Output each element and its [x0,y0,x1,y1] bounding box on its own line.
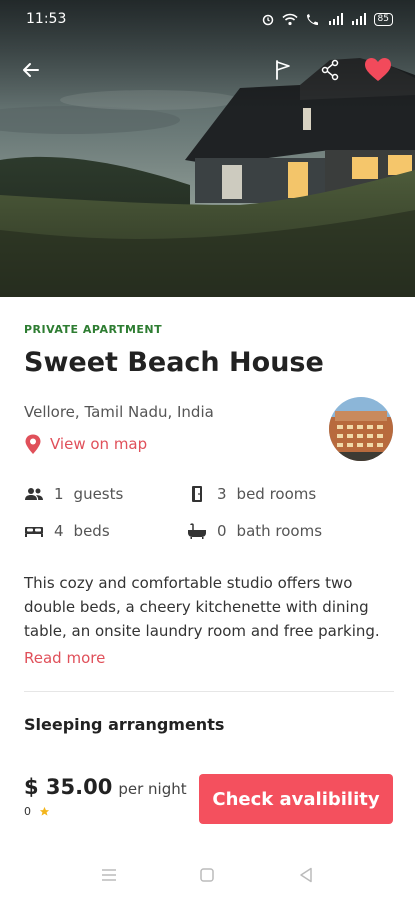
view-on-map-link[interactable]: View on map [24,433,147,455]
fact-bedrooms: 3 bed rooms [187,485,316,503]
menu-nav-button[interactable] [97,863,121,887]
signal-icon [328,13,343,25]
map-pin-icon [25,434,41,454]
wifi-call-icon [306,13,318,25]
sleeping-arrangements-heading: Sleeping arrangments [24,715,225,734]
back-triangle-icon [300,867,312,883]
section-divider [24,691,394,692]
fact-beds: 4 beds [24,522,110,540]
fact-bathrooms: 0 bath rooms [187,522,322,540]
read-more-link[interactable]: Read more [24,649,105,667]
view-on-map-label: View on map [50,435,148,453]
door-icon [187,485,207,503]
listing-location: Vellore, Tamil Nadu, India [24,403,214,421]
price-unit: per night [118,780,187,798]
top-action-bar [0,52,415,92]
price-amount: $ 35.00 [24,775,113,799]
back-button[interactable] [13,52,49,88]
fact-guests-count: 1 [54,485,64,503]
signal-icon-2 [351,13,366,25]
wifi-icon [281,13,298,25]
star-icon [39,806,50,816]
rating-value: 0 [24,805,31,818]
fact-guests-label: guests [73,485,124,503]
bathtub-icon [187,522,207,540]
arrow-left-icon [23,63,39,77]
rating: 0 [24,805,50,818]
system-nav-bar [0,855,415,895]
battery-icon: 85 [373,12,393,26]
favorite-button[interactable] [360,52,396,88]
share-icon [321,59,339,81]
listing-title: Sweet Beach House [24,347,324,378]
fact-beds-count: 4 [54,522,64,540]
listing-category: PRIVATE APARTMENT [24,323,163,336]
listing-description: This cozy and comfortable studio offers … [24,574,380,640]
fact-guests: 1 guests [24,485,123,503]
report-button[interactable] [265,52,301,88]
price-block: $ 35.00 per night [24,775,187,799]
fact-bathrooms-label: bath rooms [236,522,323,540]
share-button[interactable] [312,52,348,88]
status-time: 11:53 [26,11,67,27]
fact-bedrooms-count: 3 [217,485,227,503]
hero-image [0,0,415,297]
status-icons: 85 [261,12,393,26]
host-avatar[interactable] [329,397,393,461]
fact-bathrooms-count: 0 [217,522,227,540]
status-bar: 11:53 85 [0,0,415,38]
fact-beds-label: beds [73,522,110,540]
alarm-icon [262,14,273,26]
menu-icon [102,869,116,881]
guests-icon [24,485,44,503]
check-availability-button[interactable]: Check avalibility [199,774,393,824]
back-nav-button[interactable] [294,863,318,887]
home-nav-button[interactable] [195,863,219,887]
home-square-icon [200,868,214,882]
heart-icon [365,58,391,81]
fact-bedrooms-label: bed rooms [236,485,317,503]
bed-icon [24,522,44,540]
flag-icon [276,60,290,80]
